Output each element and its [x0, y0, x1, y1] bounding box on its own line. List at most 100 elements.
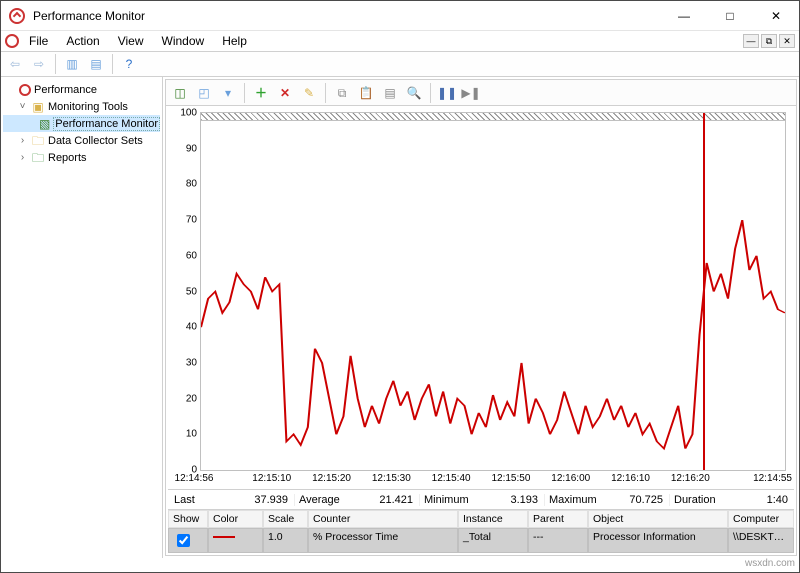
xtick: 12:15:40 [432, 473, 471, 484]
tree-reports[interactable]: › 🗀 Reports [3, 149, 160, 166]
menubar: File Action View Window Help ― ⧉ ✕ [1, 31, 799, 51]
folder-icon: ▣ [31, 100, 45, 114]
ytick: 90 [173, 143, 197, 154]
close-button[interactable]: ✕ [753, 1, 799, 31]
cell-instance: _Total [458, 528, 528, 553]
app-icon-small [5, 34, 19, 48]
xtick: 12:15:10 [252, 473, 291, 484]
view-log-data-icon[interactable]: ◰ [194, 83, 214, 103]
stat-last-label: Last [174, 494, 195, 506]
stat-max-label: Maximum [549, 494, 597, 506]
cell-object: Processor Information [588, 528, 728, 553]
change-graph-type-icon[interactable]: ▾ [218, 83, 238, 103]
color-swatch [213, 536, 235, 538]
col-show[interactable]: Show [168, 510, 208, 528]
stat-dur-value: 1:40 [720, 494, 788, 506]
stat-last-value: 37.939 [199, 494, 288, 506]
col-computer[interactable]: Computer [728, 510, 794, 528]
copy-icon[interactable]: ⧉ [332, 83, 352, 103]
add-counter-icon[interactable]: ＋ [251, 83, 271, 103]
zoom-icon[interactable]: 🔍 [404, 83, 424, 103]
xtick: 12:14:56 [175, 473, 214, 484]
mdi-close-button[interactable]: ✕ [779, 34, 795, 48]
stat-max-value: 70.725 [601, 494, 663, 506]
paste-icon[interactable]: 📋 [356, 83, 376, 103]
stat-avg-label: Average [299, 494, 340, 506]
cell-scale: 1.0 [263, 528, 308, 553]
maximize-button[interactable]: □ [707, 1, 753, 31]
tree-data-collector-sets[interactable]: › 🗀 Data Collector Sets [3, 132, 160, 149]
xtick: 12:15:20 [312, 473, 351, 484]
counter-table: Show Color Scale Counter Instance Parent… [168, 509, 794, 553]
menu-view[interactable]: View [110, 32, 152, 50]
cell-parent: --- [528, 528, 588, 553]
properties-icon[interactable]: ▤ [86, 54, 106, 74]
ytick: 50 [173, 286, 197, 297]
folder-icon: 🗀 [31, 134, 45, 148]
cell-computer: \\DESKTOP-2IDTCJG [728, 528, 794, 553]
mdi-restore-button[interactable]: ⧉ [761, 34, 777, 48]
col-parent[interactable]: Parent [528, 510, 588, 528]
xtick: 12:16:20 [671, 473, 710, 484]
monitor-icon: ▧ [39, 117, 50, 131]
menu-window[interactable]: Window [154, 32, 213, 50]
chart-box[interactable]: 0 10 20 30 40 50 60 70 80 90 100 [200, 112, 786, 471]
performance-icon [19, 84, 31, 96]
view-current-activity-icon[interactable]: ◫ [170, 83, 190, 103]
menu-file[interactable]: File [21, 32, 56, 50]
col-counter[interactable]: Counter [308, 510, 458, 528]
reports-icon: 🗀 [31, 151, 45, 165]
col-instance[interactable]: Instance [458, 510, 528, 528]
highlight-icon[interactable]: ✎ [299, 83, 319, 103]
ytick: 70 [173, 215, 197, 226]
xtick: 12:15:30 [372, 473, 411, 484]
delete-counter-icon[interactable]: ✕ [275, 83, 295, 103]
show-hide-tree-icon[interactable]: ▥ [62, 54, 82, 74]
xtick: 12:16:00 [551, 473, 590, 484]
titlebar: Performance Monitor ― □ ✕ [1, 1, 799, 31]
tree-performance-monitor[interactable]: ▧ Performance Monitor [3, 115, 160, 132]
freeze-display-icon[interactable]: ❚❚ [437, 83, 457, 103]
line-plot [201, 113, 785, 470]
stat-avg-value: 21.421 [344, 494, 413, 506]
ytick: 40 [173, 322, 197, 333]
app-window: Performance Monitor ― □ ✕ File Action Vi… [0, 0, 800, 573]
update-data-icon[interactable]: ▶❚ [461, 83, 481, 103]
show-checkbox[interactable] [177, 534, 190, 547]
cell-color [208, 528, 263, 553]
forward-icon[interactable]: ⇨ [29, 54, 49, 74]
help-icon[interactable]: ? [119, 54, 139, 74]
xtick: 12:16:10 [611, 473, 650, 484]
menu-action[interactable]: Action [58, 32, 107, 50]
ytick: 80 [173, 179, 197, 190]
col-object[interactable]: Object [588, 510, 728, 528]
xtick: 12:15:50 [491, 473, 530, 484]
mdi-minimize-button[interactable]: ― [743, 34, 759, 48]
table-row[interactable]: 1.0 % Processor Time _Total --- Processo… [168, 528, 794, 553]
ytick: 20 [173, 393, 197, 404]
tree-root-performance[interactable]: Performance [3, 81, 160, 98]
col-color[interactable]: Color [208, 510, 263, 528]
ytick: 100 [173, 108, 197, 119]
expander-icon[interactable]: › [17, 152, 28, 163]
col-scale[interactable]: Scale [263, 510, 308, 528]
footer: wsxdn.com [1, 558, 799, 572]
right-pane: ◫ ◰ ▾ ＋ ✕ ✎ ⧉ 📋 ▤ 🔍 ❚❚ ▶❚ [165, 79, 797, 556]
content: Performance ˅ ▣ Monitoring Tools ▧ Perfo… [1, 77, 799, 558]
stat-min-label: Minimum [424, 494, 469, 506]
minimize-button[interactable]: ― [661, 1, 707, 31]
cell-show[interactable] [168, 528, 208, 553]
tree-monitoring-tools[interactable]: ˅ ▣ Monitoring Tools [3, 98, 160, 115]
window-title: Performance Monitor [33, 9, 145, 23]
properties-icon[interactable]: ▤ [380, 83, 400, 103]
xtick: 12:14:55 [753, 473, 792, 484]
table-header: Show Color Scale Counter Instance Parent… [168, 510, 794, 528]
chart-area: 0 10 20 30 40 50 60 70 80 90 100 [166, 106, 796, 489]
expander-icon[interactable]: ˅ [17, 101, 28, 112]
ytick: 60 [173, 250, 197, 261]
expander-icon[interactable]: › [17, 135, 28, 146]
pane-toolbar: ◫ ◰ ▾ ＋ ✕ ✎ ⧉ 📋 ▤ 🔍 ❚❚ ▶❚ [166, 80, 796, 106]
ytick: 10 [173, 429, 197, 440]
menu-help[interactable]: Help [214, 32, 255, 50]
back-icon[interactable]: ⇦ [5, 54, 25, 74]
